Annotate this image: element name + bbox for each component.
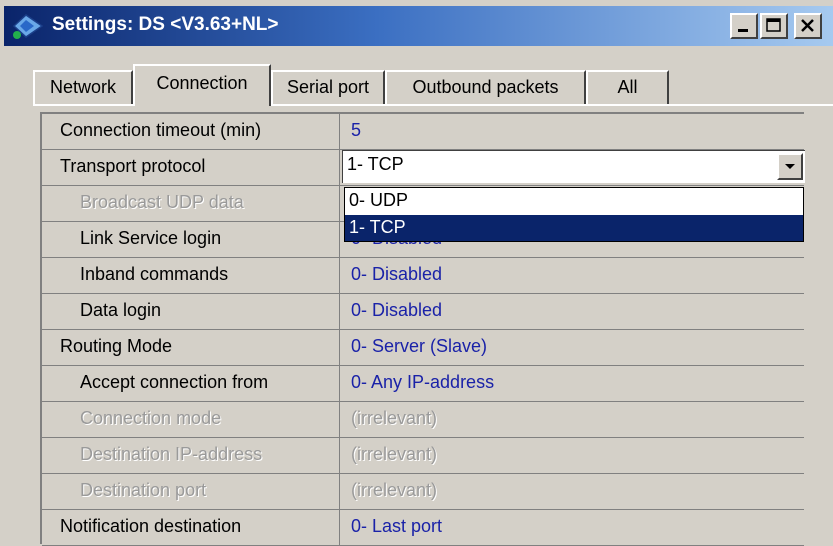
combo-value: 1- TCP	[347, 154, 404, 174]
row-label: Accept connection from	[42, 366, 340, 401]
chevron-down-icon	[785, 164, 795, 169]
row-label: Broadcast UDP data	[42, 186, 340, 221]
minimize-icon	[738, 29, 748, 32]
maximize-button[interactable]	[760, 13, 788, 39]
close-button[interactable]	[794, 13, 822, 39]
row-label: Transport protocol	[42, 150, 340, 185]
combo-dropdown-button[interactable]	[777, 153, 803, 180]
row-label: Inband commands	[42, 258, 340, 293]
grid-row-connection-timeout[interactable]: Connection timeout (min) 5	[42, 114, 804, 150]
dropdown-option-tcp[interactable]: 1- TCP	[345, 215, 803, 241]
grid-row-data-login[interactable]: Data login 0- Disabled	[42, 294, 804, 330]
close-icon	[801, 19, 814, 32]
row-label: Link Service login	[42, 222, 340, 257]
row-value[interactable]: 5	[341, 114, 804, 149]
row-value[interactable]: 0- Disabled	[341, 258, 804, 293]
row-value[interactable]: 0- Any IP-address	[341, 366, 804, 401]
row-label: Data login	[42, 294, 340, 329]
maximize-icon	[766, 18, 781, 32]
row-value[interactable]: 0- Disabled	[341, 294, 804, 329]
row-value: (irrelevant)	[351, 408, 438, 428]
row-value[interactable]: 0- Last port	[341, 510, 804, 545]
minimize-button[interactable]	[730, 13, 758, 39]
grid-row-accept-connection[interactable]: Accept connection from 0- Any IP-address	[42, 366, 804, 402]
grid-row-connection-mode: Connection mode (irrelevant)	[42, 402, 804, 438]
transport-protocol-dropdown: 0- UDP 1- TCP	[344, 187, 804, 242]
grid-row-notification-destination[interactable]: Notification destination 0- Last port	[42, 510, 804, 546]
tab-connection[interactable]: Connection	[133, 64, 271, 106]
property-grid: Connection timeout (min) 5 Transport pro…	[40, 112, 805, 546]
row-label: Connection timeout (min)	[42, 114, 340, 149]
row-label: Destination port	[42, 474, 340, 509]
tab-network[interactable]: Network	[33, 70, 133, 104]
row-value[interactable]: 0- Server (Slave)	[341, 330, 804, 365]
tab-outbound-packets[interactable]: Outbound packets	[385, 70, 586, 104]
tab-serial-port[interactable]: Serial port	[271, 70, 385, 104]
window-title: Settings: DS <V3.63+NL>	[52, 14, 279, 35]
row-label: Connection mode	[42, 402, 340, 437]
row-value: (irrelevant)	[351, 444, 438, 464]
grid-row-destination-port: Destination port (irrelevant)	[42, 474, 804, 510]
tab-all[interactable]: All	[586, 70, 669, 104]
transport-protocol-combo[interactable]: 1- TCP	[342, 150, 805, 183]
row-value: (irrelevant)	[351, 480, 438, 500]
grid-row-routing-mode[interactable]: Routing Mode 0- Server (Slave)	[42, 330, 804, 366]
grid-row-inband-commands[interactable]: Inband commands 0- Disabled	[42, 258, 804, 294]
row-label: Routing Mode	[42, 330, 340, 365]
dropdown-option-udp[interactable]: 0- UDP	[345, 188, 803, 214]
settings-window: Settings: DS <V3.63+NL> Network Connecti…	[0, 0, 833, 546]
app-icon	[12, 12, 46, 40]
row-label: Destination IP-address	[42, 438, 340, 473]
title-bar[interactable]: Settings: DS <V3.63+NL>	[4, 6, 833, 46]
grid-row-destination-ip: Destination IP-address (irrelevant)	[42, 438, 804, 474]
row-label: Notification destination	[42, 510, 340, 545]
